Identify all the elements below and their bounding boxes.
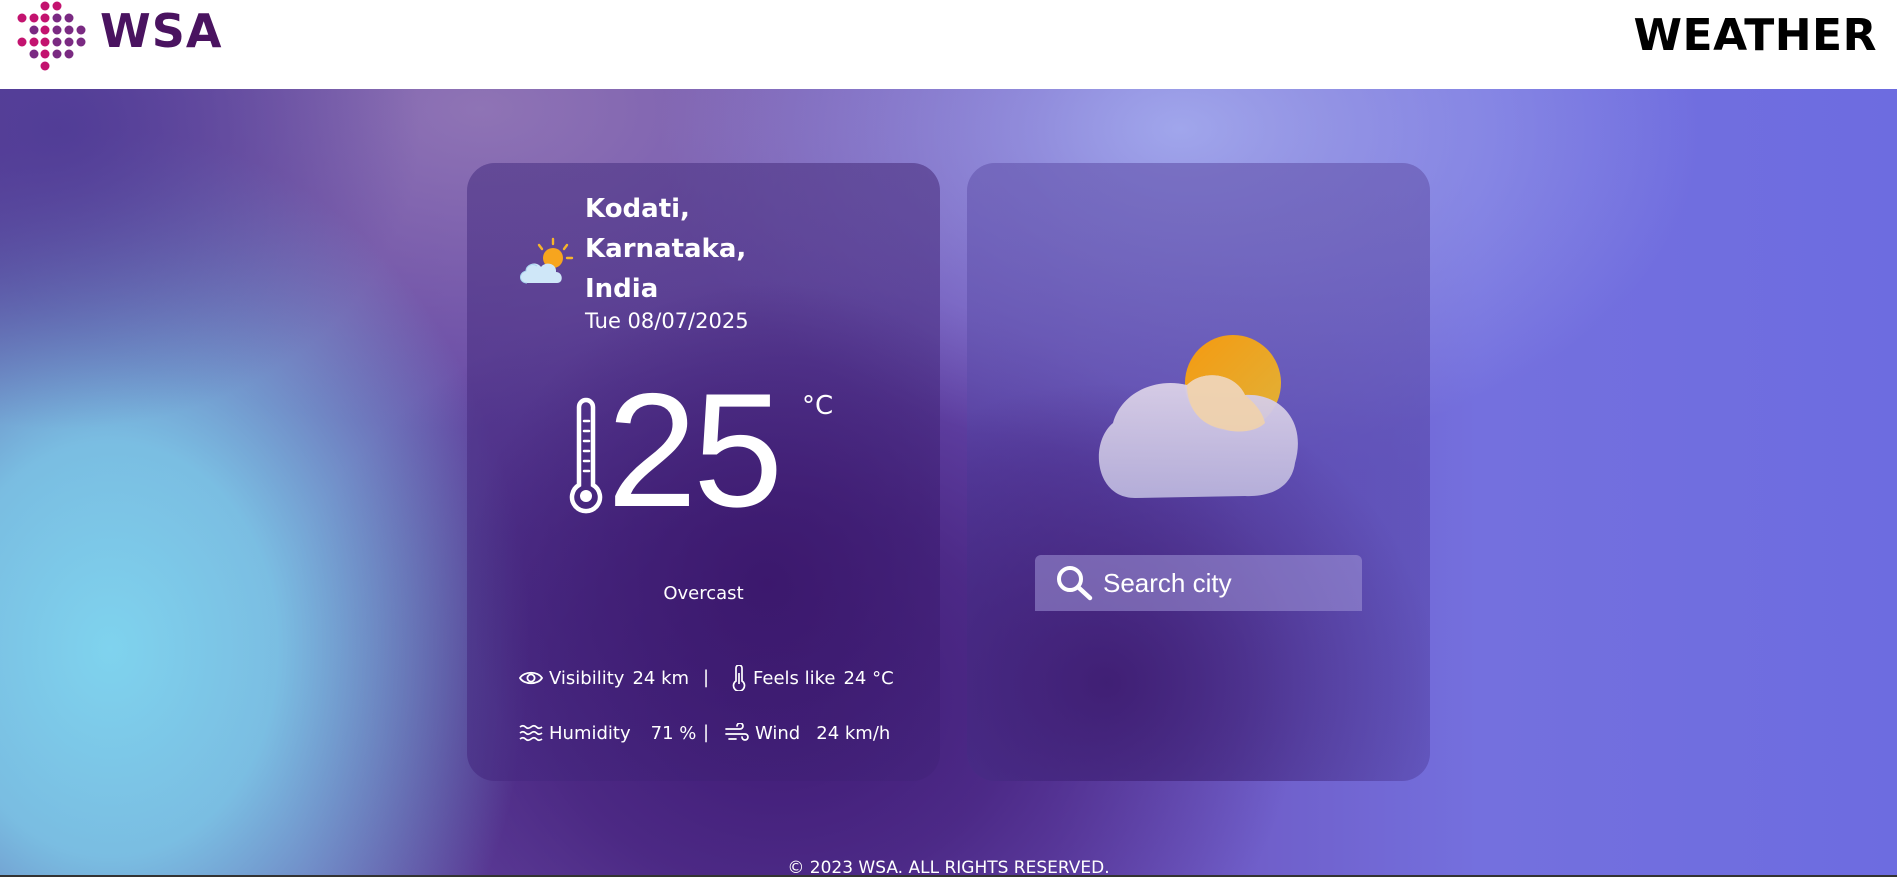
stat-separator: | (703, 667, 710, 688)
temperature-unit: °C (802, 391, 834, 421)
visibility-value: 24 km (632, 667, 690, 689)
wsa-logo[interactable]: WSA (16, 0, 226, 76)
humidity-label: Humidity (549, 722, 631, 744)
humidity-value: 71 % (650, 722, 697, 744)
thermometer-icon (569, 397, 603, 514)
stat-separator: | (703, 722, 710, 743)
logo-text: WSA (100, 4, 223, 58)
wind-stat: Wind 24 km/h (725, 718, 890, 748)
humidity-waves-icon (519, 724, 543, 742)
wind-icon (725, 723, 749, 741)
feels-like-label: Feels like (753, 667, 836, 689)
city-search-bar[interactable] (1035, 555, 1362, 611)
page-title: WEATHER (1633, 10, 1877, 61)
stats-row-2: Humidity 71 % | Wind 24 km/h (519, 718, 919, 748)
weather-date: Tue 08/07/2025 (585, 309, 749, 333)
visibility-label: Visibility (549, 667, 625, 689)
visibility-stat: Visibility 24 km (519, 663, 689, 693)
search-city-input[interactable] (1103, 555, 1353, 611)
stats-row-1: Visibility 24 km | Feels like 24 °C (519, 663, 919, 693)
location-state: Karnataka, (585, 234, 747, 264)
search-icon[interactable] (1055, 565, 1095, 601)
weather-condition: Overcast (663, 583, 744, 604)
weather-stage: Kodati, Karnataka, India Tue 08/07/2025 … (0, 89, 1897, 877)
eye-icon (519, 671, 543, 685)
location-city: Kodati, (585, 194, 690, 224)
feels-like-value: 24 °C (843, 667, 894, 689)
feels-like-stat: Feels like 24 °C (731, 663, 894, 693)
humidity-stat: Humidity 71 % (519, 718, 696, 748)
cloud-sun-illustration-icon (1098, 335, 1298, 498)
top-navbar: WSA WEATHER (0, 0, 1897, 89)
wind-label: Wind (755, 722, 801, 744)
logo-dot-grid-icon (17, 1, 86, 71)
thermometer-small-icon (732, 665, 746, 691)
search-card (967, 163, 1430, 781)
location-name: Kodati, Karnataka, India (585, 189, 885, 309)
current-weather-card: Kodati, Karnataka, India Tue 08/07/2025 … (467, 163, 940, 781)
temperature-value: 25 (607, 360, 783, 541)
wind-value: 24 km/h (816, 722, 891, 744)
partly-cloudy-icon (520, 237, 574, 284)
location-country: India (585, 274, 659, 304)
